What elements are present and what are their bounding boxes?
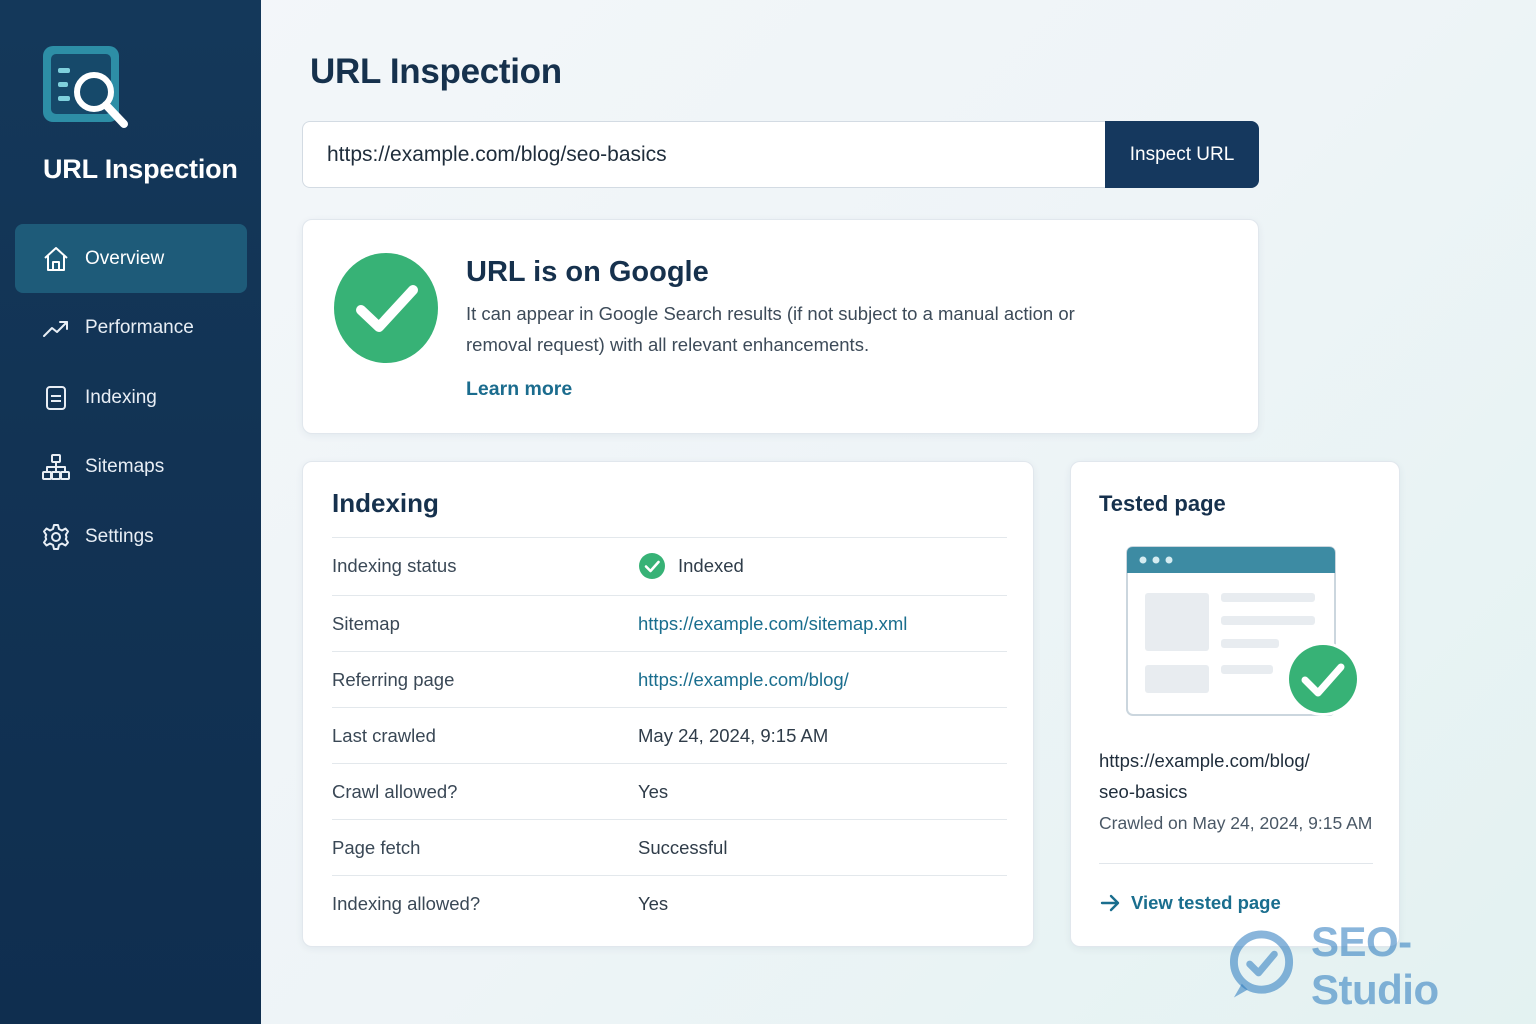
indexing-title: Indexing — [332, 488, 439, 518]
sidebar-item-label: Settings — [85, 525, 154, 547]
sidebar-item-performance[interactable]: Performance — [15, 293, 247, 362]
seo-studio-logo-icon — [1229, 930, 1294, 998]
sidebar-item-label: Overview — [85, 247, 165, 269]
divider — [1099, 863, 1373, 864]
row-label: Indexing allowed? — [332, 892, 481, 914]
status-description: It can appear in Google Search results (… — [466, 303, 1075, 355]
row-value: Yes — [638, 892, 669, 914]
trend-icon — [43, 320, 68, 337]
table-row: Crawl allowed? Yes — [332, 763, 1007, 819]
crawled-on-text: Crawled on May 24, 2024, 9:15 AM — [1099, 813, 1373, 833]
browser-page-illustration — [1126, 546, 1360, 716]
seo-studio-watermark: SEO-Studio — [1228, 918, 1536, 1014]
tested-url-line: https://example.com/blog/ — [1099, 750, 1310, 771]
url-input[interactable] — [302, 121, 1108, 188]
indexing-status-value: Indexed — [678, 554, 744, 576]
sidebar-item-sitemaps[interactable]: Sitemaps — [15, 432, 247, 501]
gear-icon — [43, 523, 69, 550]
tested-page-title: Tested page — [1099, 491, 1226, 516]
tested-page-url: https://example.com/blog/ seo-basics — [1099, 745, 1359, 807]
table-row: Last crawled May 24, 2024, 9:15 AM — [332, 707, 1007, 763]
tested-url-line: seo-basics — [1099, 781, 1188, 802]
row-label: Page fetch — [332, 836, 421, 858]
url-status-card: URL is on Google It can appear in Google… — [302, 219, 1259, 434]
check-circle-icon — [334, 253, 438, 363]
sidebar: URL Inspection Overview Performance Inde… — [0, 0, 261, 1024]
sidebar-item-indexing[interactable]: Indexing — [15, 363, 247, 432]
table-row: Indexing status Indexed — [332, 537, 1007, 593]
watermark-text: SEO-Studio — [1310, 918, 1439, 1013]
row-label: Last crawled — [332, 724, 436, 746]
row-label: Indexing status — [332, 554, 457, 576]
status-title: URL is on Google — [466, 256, 709, 288]
document-icon — [46, 385, 66, 410]
inspect-url-button[interactable]: Inspect URL — [1105, 121, 1259, 188]
sitemap-icon — [42, 453, 70, 480]
row-value: Yes — [638, 780, 669, 802]
tested-page-card: Tested page https://example.com/blog/ se… — [1070, 461, 1400, 947]
sidebar-item-label: Sitemaps — [85, 455, 165, 477]
app-title: URL Inspection — [43, 154, 238, 184]
row-label: Crawl allowed? — [332, 780, 458, 802]
row-label: Sitemap — [332, 612, 400, 634]
arrow-right-icon — [1100, 894, 1120, 912]
row-value: Indexed — [638, 552, 744, 580]
page-title: URL Inspection — [310, 52, 562, 91]
sidebar-item-label: Performance — [85, 316, 194, 338]
check-circle-icon — [639, 552, 665, 579]
table-row: Referring page https://example.com/blog/ — [332, 651, 1007, 707]
referring-page-link[interactable]: https://example.com/blog/ — [638, 669, 849, 691]
inspection-logo-icon — [43, 46, 128, 128]
view-tested-page-link[interactable]: View tested page — [1099, 892, 1281, 914]
row-value: May 24, 2024, 9:15 AM — [638, 724, 829, 746]
sidebar-item-label: Indexing — [85, 386, 157, 408]
table-row: Indexing allowed? Yes — [332, 875, 1007, 931]
sidebar-item-overview[interactable]: Overview — [15, 224, 247, 293]
table-row: Page fetch Successful — [332, 819, 1007, 875]
table-row: Sitemap https://example.com/sitemap.xml — [332, 595, 1007, 651]
indexing-card: Indexing Indexing status Indexed Sitemap… — [302, 461, 1034, 947]
view-tested-page-label: View tested page — [1131, 892, 1281, 913]
learn-more-link[interactable]: Learn more — [466, 378, 572, 401]
row-value: Successful — [638, 836, 728, 858]
sitemap-link[interactable]: https://example.com/sitemap.xml — [638, 613, 907, 635]
home-icon — [44, 246, 68, 271]
sidebar-item-settings[interactable]: Settings — [15, 502, 247, 571]
row-label: Referring page — [332, 668, 455, 690]
